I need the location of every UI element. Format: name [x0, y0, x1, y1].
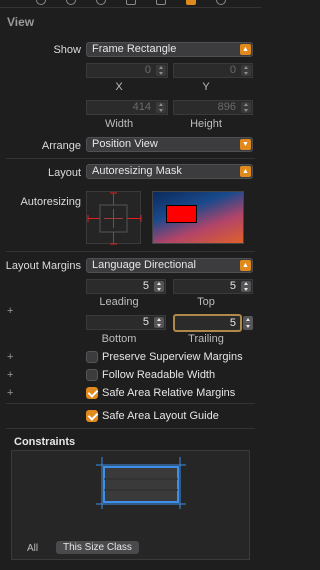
divider — [6, 251, 255, 252]
history-inspector-icon[interactable] — [66, 0, 76, 5]
x-caption: X — [115, 81, 123, 93]
y-caption: Y — [202, 81, 210, 93]
height-field[interactable]: 896 — [173, 100, 253, 115]
leading-field[interactable]: 5 — [86, 279, 166, 294]
chevron-down-icon: ▼ — [240, 139, 251, 150]
tab-all[interactable]: All — [27, 543, 38, 554]
arrange-value: Position View — [92, 138, 158, 150]
add-variation-icon[interactable]: + — [7, 305, 13, 317]
y-value: 0 — [229, 64, 236, 76]
leading-value: 5 — [142, 280, 149, 292]
autoresizing-springs-icon[interactable] — [87, 192, 142, 245]
arrange-label: Arrange — [41, 140, 81, 152]
tab-this-size-class[interactable]: This Size Class — [56, 541, 139, 554]
leading-caption: Leading — [99, 296, 139, 308]
file-inspector-icon[interactable] — [36, 0, 46, 5]
layout-value: Autoresizing Mask — [92, 165, 182, 177]
show-label: Show — [53, 44, 81, 56]
layout-margins-label: Layout Margins — [5, 260, 81, 272]
add-variation-icon[interactable]: + — [7, 351, 13, 363]
safe-area-layout-guide-checkbox[interactable] — [86, 410, 98, 422]
show-popup[interactable]: Frame Rectangle ▲ — [86, 42, 253, 57]
bottom-caption: Bottom — [101, 333, 137, 345]
preserve-superview-margins-checkbox[interactable] — [86, 351, 98, 363]
divider — [6, 403, 255, 404]
chevron-updown-icon: ▲ — [240, 260, 251, 271]
x-stepper[interactable] — [156, 65, 166, 76]
width-caption: Width — [104, 118, 134, 130]
trailing-value: 5 — [229, 317, 236, 329]
arrange-popup[interactable]: Position View ▼ — [86, 137, 253, 152]
safe-area-relative-margins-label: Safe Area Relative Margins — [102, 387, 236, 399]
bottom-field[interactable]: 5 — [86, 315, 166, 330]
width-value: 414 — [132, 101, 151, 113]
top-value: 5 — [229, 280, 236, 292]
width-stepper[interactable] — [156, 102, 166, 113]
attributes-inspector-icon[interactable] — [156, 0, 166, 5]
follow-readable-width-checkbox[interactable] — [86, 369, 98, 381]
inspector-toolbar — [0, 0, 261, 8]
show-value: Frame Rectangle — [92, 43, 177, 55]
y-stepper[interactable] — [241, 65, 251, 76]
x-field[interactable]: 0 — [86, 63, 168, 78]
bottom-value: 5 — [142, 316, 149, 328]
divider — [6, 158, 255, 159]
autoresizing-preview — [152, 191, 244, 244]
preserve-superview-margins-label: Preserve Superview Margins — [102, 351, 243, 363]
safe-area-layout-guide-label: Safe Area Layout Guide — [102, 410, 219, 422]
preview-frame — [166, 205, 197, 223]
section-title: View — [7, 15, 35, 29]
stepper-up-icon — [246, 318, 250, 321]
top-field[interactable]: 5 — [173, 279, 253, 294]
autoresizing-mask-control[interactable] — [86, 191, 142, 245]
top-caption: Top — [197, 296, 215, 308]
connections-inspector-icon[interactable] — [216, 0, 226, 5]
width-field[interactable]: 414 — [86, 100, 168, 115]
height-caption: Height — [190, 118, 222, 130]
layout-margins-popup[interactable]: Language Directional ▲ — [86, 258, 253, 273]
height-stepper[interactable] — [241, 102, 251, 113]
layout-label: Layout — [47, 167, 81, 179]
top-stepper[interactable] — [241, 281, 251, 292]
help-inspector-icon[interactable] — [96, 0, 106, 5]
bottom-stepper[interactable] — [154, 317, 164, 328]
trailing-stepper[interactable] — [243, 316, 253, 330]
y-field[interactable]: 0 — [173, 63, 253, 78]
trailing-caption: Trailing — [188, 333, 224, 345]
trailing-field[interactable]: 5 — [173, 314, 242, 332]
add-variation-icon[interactable]: + — [7, 387, 13, 399]
autoresizing-label: Autoresizing — [20, 196, 81, 208]
height-value: 896 — [217, 101, 236, 113]
add-variation-icon[interactable]: + — [7, 369, 13, 381]
constraints-panel: All This Size Class — [11, 450, 250, 560]
divider — [6, 428, 255, 429]
chevron-updown-icon: ▲ — [240, 166, 251, 177]
leading-stepper[interactable] — [154, 281, 164, 292]
chevron-updown-icon: ▲ — [240, 44, 251, 55]
stepper-down-icon — [246, 325, 250, 328]
layout-margins-value: Language Directional — [92, 259, 196, 271]
constraints-title: Constraints — [14, 436, 76, 448]
follow-readable-width-label: Follow Readable Width — [102, 369, 216, 381]
identity-inspector-icon[interactable] — [126, 0, 136, 5]
safe-area-relative-margins-checkbox[interactable] — [86, 387, 98, 399]
layout-popup[interactable]: Autoresizing Mask ▲ — [86, 164, 253, 179]
x-value: 0 — [144, 64, 151, 76]
size-inspector-icon[interactable] — [186, 0, 196, 5]
constraints-diagram[interactable] — [12, 451, 251, 539]
